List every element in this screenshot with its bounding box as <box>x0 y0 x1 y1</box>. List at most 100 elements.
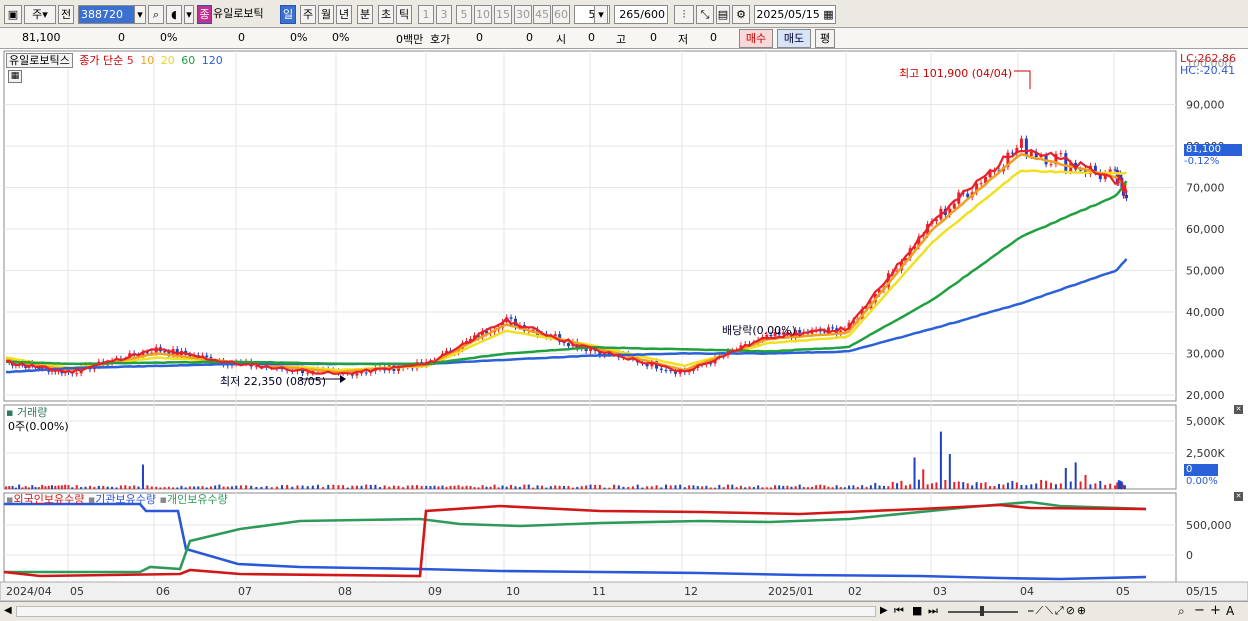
x-axis-label: 11 <box>592 585 606 598</box>
avg-button[interactable]: 평 <box>815 29 835 48</box>
code-input[interactable] <box>78 5 136 24</box>
volume-bar <box>351 485 354 489</box>
volume-bar <box>388 486 391 489</box>
holding-legend: ▪외국인보유수량 ▪기관보유수량 ▪개인보유수량 <box>6 493 228 506</box>
type-select[interactable]: 주▾ <box>24 5 56 24</box>
holding-close-icon[interactable]: ✕ <box>1234 492 1243 501</box>
zoom-icon[interactable]: ⌕ <box>1178 604 1185 619</box>
period-tab-3[interactable]: 년 <box>336 5 352 24</box>
window-menu-icon[interactable]: ▣ <box>4 5 22 24</box>
count-input[interactable]: 265/600 <box>614 5 668 24</box>
volume-bar <box>752 487 755 489</box>
volume-bar <box>744 487 747 489</box>
search-icon[interactable]: ⌕ <box>148 5 164 24</box>
volume-bar <box>948 454 951 489</box>
volume-bar <box>141 464 144 489</box>
volume-bar <box>88 485 91 489</box>
period-tab-1[interactable]: 주 <box>300 5 316 24</box>
volume-close-icon[interactable]: ✕ <box>1234 405 1243 414</box>
period-tab-0[interactable]: 일 <box>280 5 296 24</box>
zoom-in-icon[interactable]: + <box>1210 603 1221 618</box>
stop-icon[interactable]: ■ <box>912 604 922 617</box>
interval-tab-7[interactable]: 60 <box>552 5 570 24</box>
volume-bar <box>275 486 278 489</box>
interval-tab-3[interactable]: 10 <box>474 5 492 24</box>
zoom-out-icon[interactable]: − <box>1194 603 1205 618</box>
price-y-tick: 50,000 <box>1186 265 1225 278</box>
prefix-button[interactable]: 전 <box>58 5 74 24</box>
volume-bar <box>731 484 734 489</box>
volume-bar <box>831 487 834 489</box>
volume-bar <box>457 485 460 489</box>
date-input[interactable]: 2025/05/15 ▦ <box>754 5 836 24</box>
volume-bar <box>567 485 570 489</box>
candle-body <box>1024 138 1028 157</box>
horizontal-scrollbar[interactable] <box>16 606 876 617</box>
holding-y-tick: 0 <box>1186 549 1193 562</box>
nav-first-icon[interactable]: ⏮ <box>894 604 904 618</box>
volume-current-tag: 0 <box>1184 464 1218 476</box>
volume-bar <box>176 487 179 489</box>
period-tab-2[interactable]: 월 <box>318 5 334 24</box>
zoom-slider-handle[interactable] <box>980 606 984 616</box>
drawing-tools-icon[interactable]: ⎯⟋⟍⤢⊘⊕ <box>1028 604 1088 618</box>
interval-tab-4[interactable]: 15 <box>494 5 512 24</box>
speaker-icon[interactable]: ◖ <box>166 5 182 24</box>
price-y-tick: 90,000 <box>1186 99 1225 112</box>
scroll-left-icon[interactable]: ◀ <box>4 605 12 616</box>
interval-tab-0[interactable]: 1 <box>418 5 434 24</box>
candle-type-icon[interactable]: ⫶ <box>674 5 694 24</box>
candle-body <box>566 343 570 347</box>
interval-tab-6[interactable]: 45 <box>533 5 551 24</box>
volume-bar <box>856 486 859 489</box>
period-tab-6[interactable]: 틱 <box>396 5 412 24</box>
sell-button[interactable]: 매도 <box>777 29 811 48</box>
volume-bar <box>245 485 248 489</box>
draw-tool-icon[interactable]: ⤡ <box>696 5 714 24</box>
candle-body <box>979 183 983 185</box>
interval-tab-2[interactable]: 5 <box>456 5 472 24</box>
volume-bar <box>265 485 268 489</box>
volume-bar <box>489 486 492 489</box>
individual-line <box>4 500 1147 574</box>
price-y-tick: 60,000 <box>1186 223 1225 236</box>
volume-bar <box>971 485 974 489</box>
interval-tab-1[interactable]: 3 <box>436 5 452 24</box>
period-tab-5[interactable]: 초 <box>378 5 394 24</box>
buy-button[interactable]: 매수 <box>739 29 773 48</box>
volume-bar <box>167 486 170 489</box>
volume-bar <box>369 484 372 489</box>
trade-amount: 0백만 <box>396 33 424 46</box>
candle-body <box>509 317 513 319</box>
volume-bar <box>14 487 17 489</box>
volume-bar <box>953 482 956 489</box>
x-axis-label: 2024/04 <box>6 585 52 598</box>
volume-bar <box>1045 480 1048 489</box>
volume-bar <box>411 485 414 489</box>
interval-dropdown-icon[interactable]: ▾ <box>594 5 608 24</box>
low-value: 0 <box>710 31 717 44</box>
volume-bar <box>922 469 925 489</box>
volume-bar <box>155 486 158 489</box>
period-tab-4[interactable]: 분 <box>357 5 373 24</box>
price-legend: 유일로보틱스 종가 단순 5 10 20 60 120 <box>6 52 223 68</box>
calendar-icon[interactable]: ▦ <box>823 8 833 21</box>
settings-gear-icon[interactable]: ⚙ <box>732 5 750 24</box>
speaker-dropdown-icon[interactable]: ▾ <box>184 5 194 24</box>
nav-last-icon[interactable]: ⏭ <box>928 604 938 618</box>
code-input-field[interactable] <box>79 6 135 23</box>
font-size-icon[interactable]: A <box>1226 604 1234 618</box>
volume-bar <box>989 486 992 489</box>
save-icon[interactable]: ▤ <box>716 5 730 24</box>
bottom-controls: ◀ ▶ ⏮ ■ ⏭ ⎯⟋⟍⤢⊘⊕ ⌕ − + A <box>0 601 1248 621</box>
volume-bar <box>669 485 672 489</box>
x-axis-label: 2025/01 <box>768 585 814 598</box>
grid-toggle-icon[interactable]: ▦ <box>8 70 22 83</box>
candle-body <box>75 373 79 375</box>
code-dropdown-icon[interactable]: ▾ <box>134 5 146 24</box>
scroll-right-icon[interactable]: ▶ <box>880 605 888 616</box>
chart-canvas[interactable]: 90,00080,00070,00060,00050,00040,00030,0… <box>0 49 1248 602</box>
interval-tab-5[interactable]: 30 <box>514 5 532 24</box>
volume-bar <box>718 484 721 489</box>
volume-bar <box>437 486 440 489</box>
